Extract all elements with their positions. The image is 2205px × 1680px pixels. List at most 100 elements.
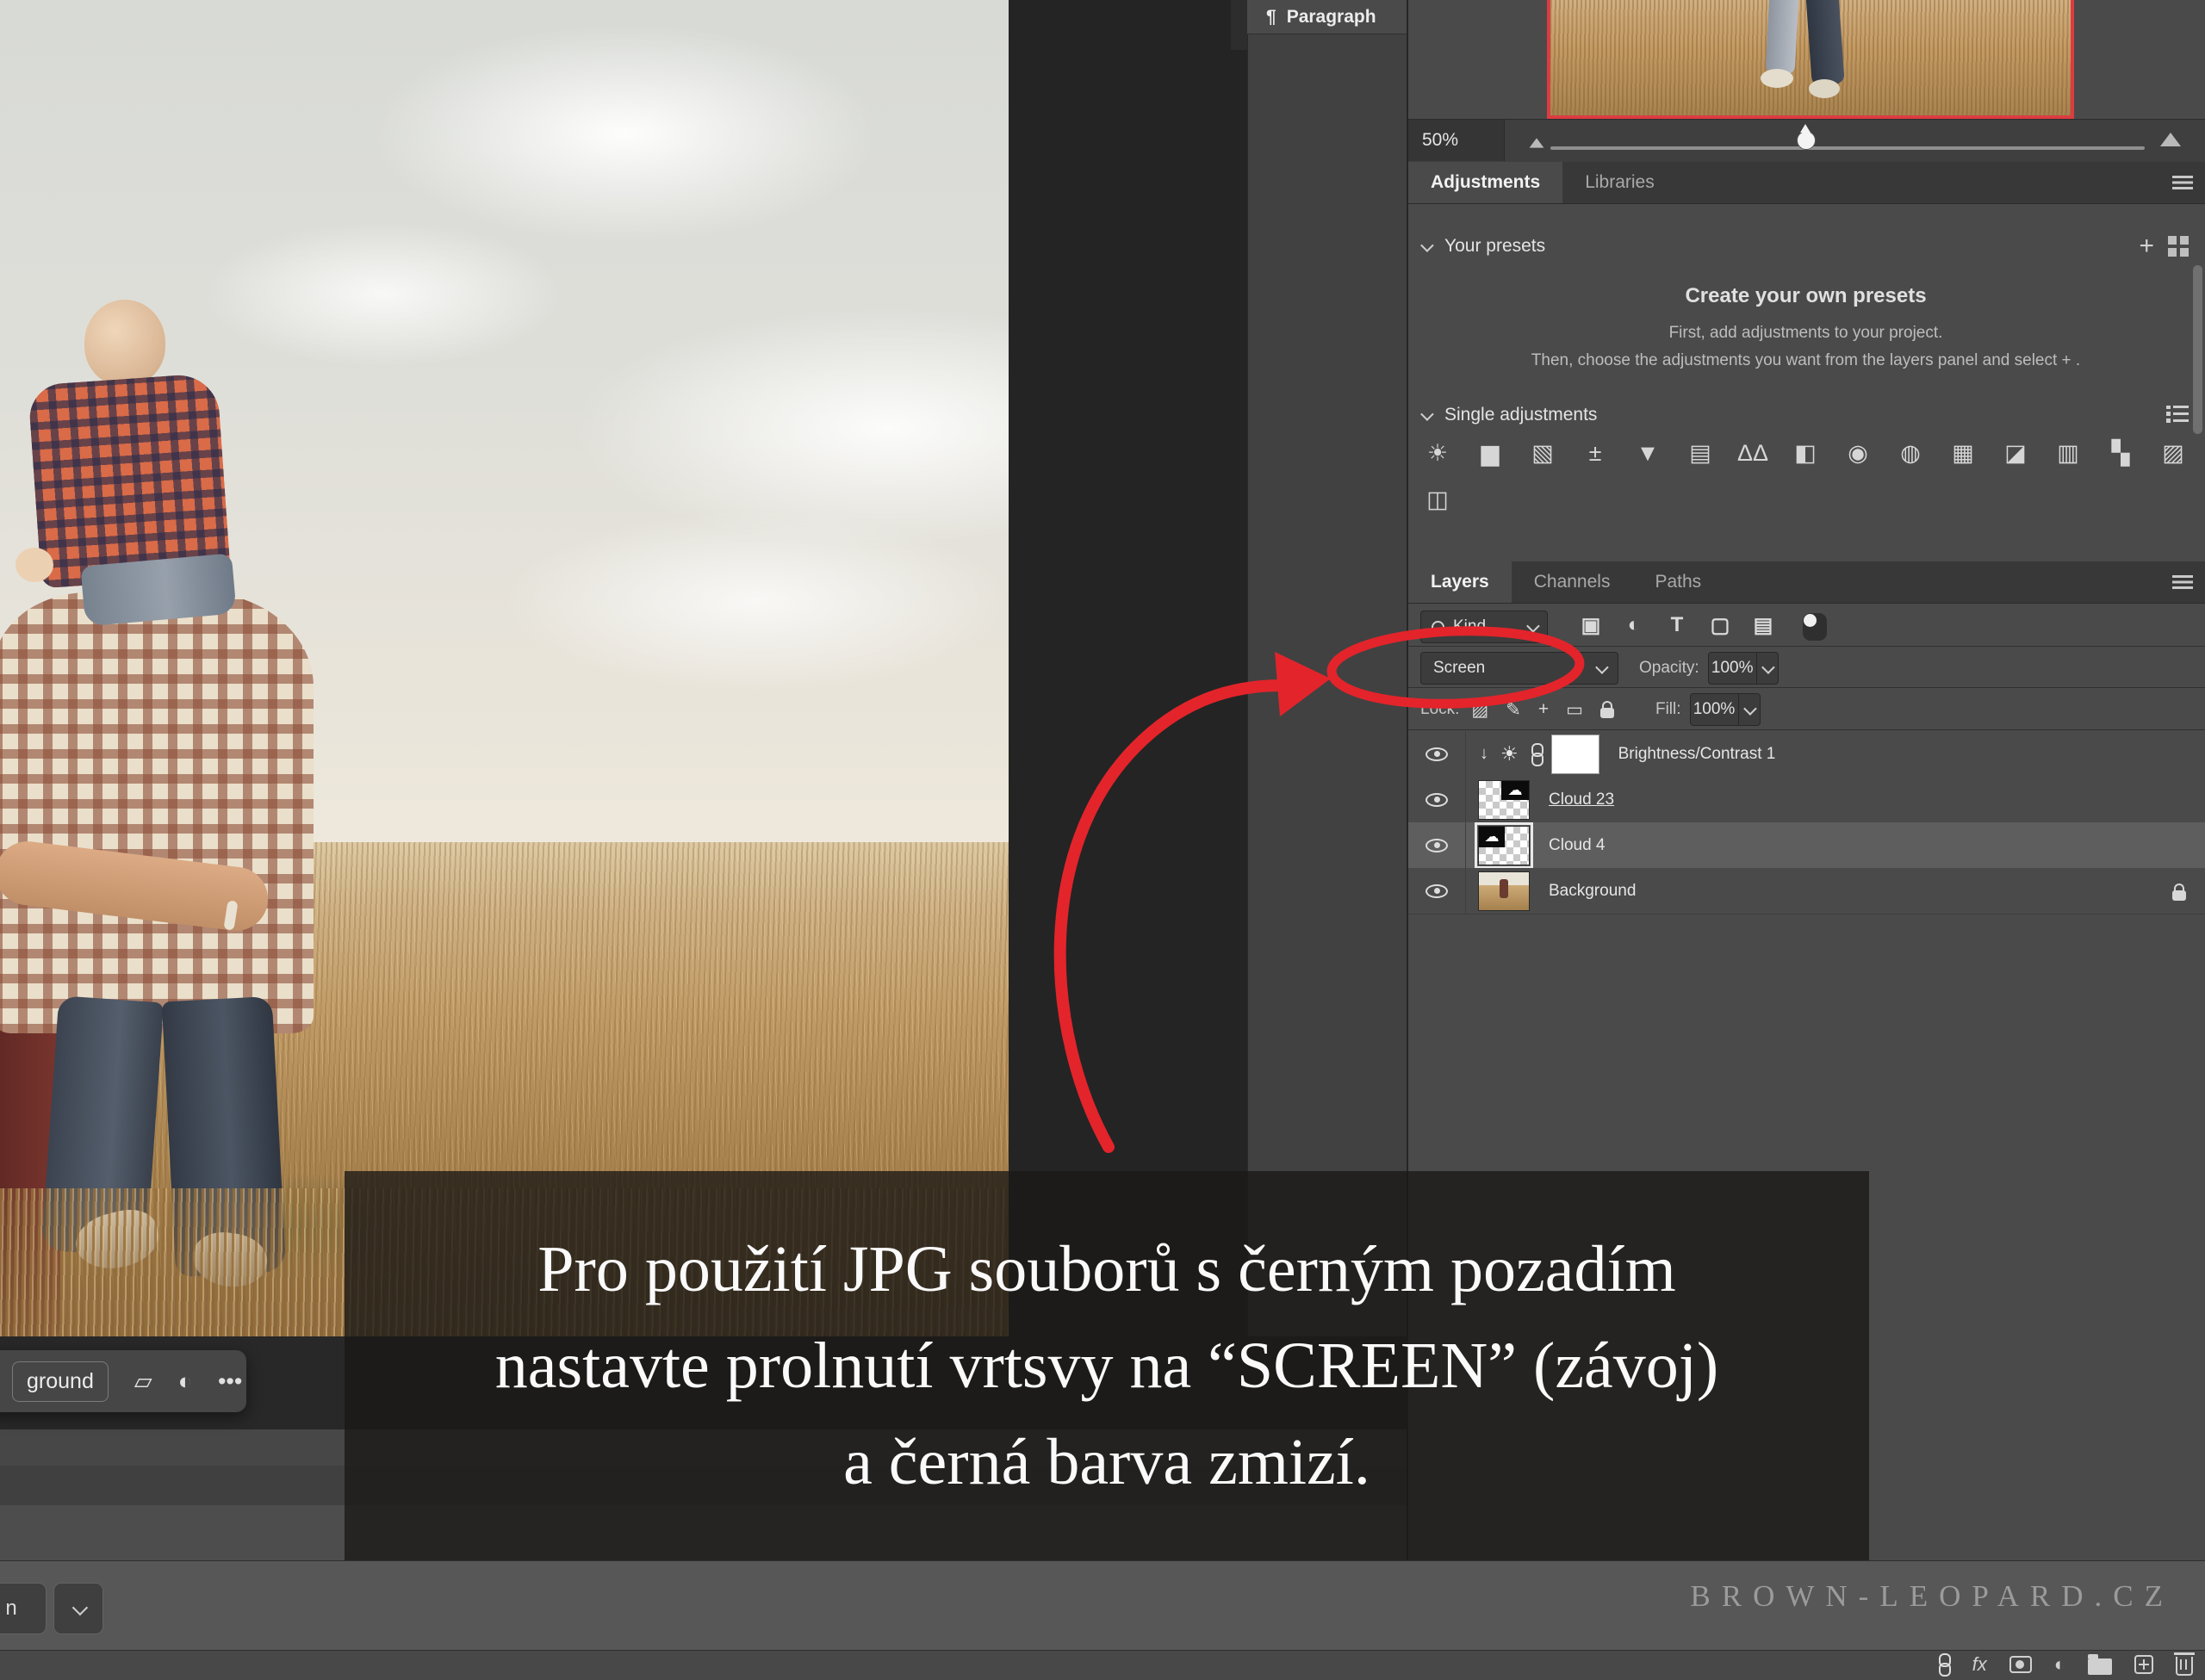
adjustments-tabbar: Adjustments Libraries: [1408, 162, 2205, 204]
zoom-value[interactable]: 50%: [1408, 120, 1505, 161]
zoom-in-icon[interactable]: [2160, 133, 2181, 146]
color-lookup-icon[interactable]: ▦: [1948, 436, 1978, 470]
layer-thumbnail[interactable]: ☁: [1478, 826, 1530, 865]
paragraph-icon: ¶: [1266, 7, 1276, 28]
chevron-down-icon: [1738, 694, 1760, 725]
levels-icon[interactable]: ▆: [1475, 436, 1505, 470]
tab-layers[interactable]: Layers: [1408, 561, 1512, 603]
presets-empty-line2: Then, choose the adjustments you want fr…: [1407, 351, 2205, 370]
filter-type-icon[interactable]: T: [1665, 613, 1689, 641]
invert-icon[interactable]: ◪: [2001, 436, 2030, 470]
new-group-icon[interactable]: [2088, 1658, 2112, 1675]
layer-name[interactable]: Background: [1549, 882, 1636, 901]
fill-value: 100%: [1691, 700, 1738, 719]
brightness-adjustment-icon[interactable]: ☀: [1500, 742, 1519, 766]
brightness-contrast-icon[interactable]: ☀: [1423, 436, 1452, 470]
curves-icon[interactable]: ▧: [1528, 436, 1557, 470]
filter-toggle[interactable]: [1803, 613, 1827, 641]
remove-background-button[interactable]: ground: [12, 1361, 109, 1402]
gradient-map-icon[interactable]: ▨: [2158, 436, 2188, 470]
lock-icons: ▨ ✎ + ▭: [1471, 699, 1614, 721]
layer-thumbnail[interactable]: ☁: [1478, 780, 1530, 820]
zoom-slider-track[interactable]: [1550, 146, 2145, 150]
transform-icon[interactable]: ▱: [134, 1368, 152, 1395]
blend-mode-dropdown[interactable]: Screen: [1420, 652, 1618, 685]
channel-mixer-icon[interactable]: ◍: [1896, 436, 1925, 470]
lock-transparency-icon[interactable]: ▨: [1471, 699, 1488, 721]
layer-row-background[interactable]: Background: [1408, 868, 2205, 914]
scrollbar-thumb[interactable]: [2193, 265, 2202, 434]
single-adjustments-header[interactable]: Single adjustments: [1421, 400, 2192, 431]
link-layers-icon[interactable]: [1938, 1653, 1950, 1676]
color-balance-icon[interactable]: ΔΔ: [1738, 436, 1767, 470]
panel-menu-icon[interactable]: [2172, 176, 2193, 189]
layer-name[interactable]: Brightness/Contrast 1: [1618, 745, 1776, 764]
layer-row-cloud4-selected[interactable]: ☁ Cloud 4: [1408, 822, 2205, 869]
zoom-slider-thumb[interactable]: [1797, 131, 1816, 150]
vibrance-icon[interactable]: ▼: [1633, 436, 1662, 470]
exposure-icon[interactable]: ±: [1581, 436, 1610, 470]
contextual-task-bar: ground ▱ ◐ •••: [0, 1350, 246, 1412]
layer-row-brightness-contrast[interactable]: ↓ ☀ Brightness/Contrast 1: [1408, 731, 2205, 778]
layer-row-cloud23[interactable]: ☁ Cloud 23: [1408, 777, 2205, 823]
hue-saturation-icon[interactable]: ▤: [1686, 436, 1715, 470]
tab-channels[interactable]: Channels: [1512, 561, 1633, 603]
new-adjustment-icon[interactable]: ◐: [2054, 1653, 2065, 1676]
black-white-icon[interactable]: ◧: [1791, 436, 1820, 470]
layer-thumbnail[interactable]: [1478, 871, 1530, 911]
presets-empty-line1: First, add adjustments to your project.: [1407, 324, 2205, 343]
layer-name[interactable]: Cloud 23: [1549, 790, 1614, 809]
tab-paths[interactable]: Paths: [1632, 561, 1724, 603]
tab-adjustments[interactable]: Adjustments: [1408, 162, 1562, 203]
watermark: BROWN-LEOPARD.CZ: [0, 1579, 2174, 1614]
visibility-toggle[interactable]: [1408, 868, 1466, 914]
opacity-value: 100%: [1709, 659, 1756, 678]
delete-layer-icon[interactable]: [2176, 1657, 2193, 1676]
add-mask-icon[interactable]: [2009, 1656, 2032, 1673]
layer-name[interactable]: Cloud 4: [1549, 836, 1606, 855]
opacity-input[interactable]: 100%: [1708, 652, 1779, 685]
threshold-icon[interactable]: ▚: [2106, 436, 2135, 470]
lock-pixels-icon[interactable]: ✎: [1506, 699, 1521, 721]
kind-filter-dropdown[interactable]: Kind: [1420, 611, 1548, 643]
fill-input[interactable]: 100%: [1690, 693, 1761, 726]
posterize-icon[interactable]: ▥: [2053, 436, 2083, 470]
panel-menu-icon[interactable]: [2172, 575, 2193, 589]
zoom-out-icon[interactable]: [1530, 138, 1544, 147]
visibility-toggle[interactable]: [1408, 731, 1466, 777]
lock-label: Lock:: [1420, 700, 1459, 719]
filter-image-icon[interactable]: ▣: [1579, 613, 1603, 641]
tab-paragraph[interactable]: ¶ Paragraph: [1247, 0, 1407, 34]
layer-style-icon[interactable]: fx: [1972, 1653, 1987, 1676]
photoshop-window: ¶ Paragraph ground ▱ ◐ ••• n 50% Adjustm…: [0, 0, 2205, 1679]
tab-libraries[interactable]: Libraries: [1562, 162, 1677, 203]
add-preset-icon[interactable]: +: [2139, 232, 2154, 261]
fill-label: Fill:: [1655, 700, 1681, 719]
adjustment-icon[interactable]: ◐: [178, 1368, 192, 1395]
lock-all-icon[interactable]: [1600, 708, 1614, 718]
canvas-photo: [0, 0, 1009, 1336]
single-adjustment-icons: ☀ ▆ ▧ ± ▼ ▤ ΔΔ ◧ ◉ ◍ ▦ ◪ ▥ ▚ ▨: [1423, 436, 2189, 480]
filter-smart-object-icon[interactable]: ▤: [1751, 613, 1775, 641]
lock-artboard-icon[interactable]: ▭: [1566, 699, 1583, 721]
layer-mask-thumbnail[interactable]: [1551, 735, 1599, 774]
visibility-toggle[interactable]: [1408, 777, 1466, 822]
filter-adjustment-icon[interactable]: ◐: [1622, 613, 1646, 641]
preview-leg: [1766, 0, 1799, 75]
grid-view-icon[interactable]: [2168, 236, 2189, 257]
your-presets-label: Your presets: [1444, 236, 1545, 257]
more-options-icon[interactable]: •••: [218, 1368, 242, 1395]
selective-color-icon[interactable]: ◫: [1423, 482, 1452, 517]
visibility-toggle[interactable]: [1408, 822, 1466, 868]
photo-filter-icon[interactable]: ◉: [1843, 436, 1873, 470]
panel-notch: [1231, 0, 1247, 50]
layers-filter-row: Kind ▣ ◐ T ▢ ▤: [1420, 610, 2191, 644]
your-presets-header[interactable]: Your presets +: [1421, 231, 2192, 262]
caption-line: a černá barva zmizí.: [843, 1414, 1370, 1510]
filter-shape-icon[interactable]: ▢: [1708, 613, 1732, 641]
new-layer-icon[interactable]: [2134, 1655, 2153, 1674]
lock-position-icon[interactable]: +: [1538, 699, 1549, 721]
list-view-icon[interactable]: [2166, 406, 2189, 425]
paragraph-label: Paragraph: [1287, 7, 1376, 28]
divider: [1408, 646, 2205, 647]
